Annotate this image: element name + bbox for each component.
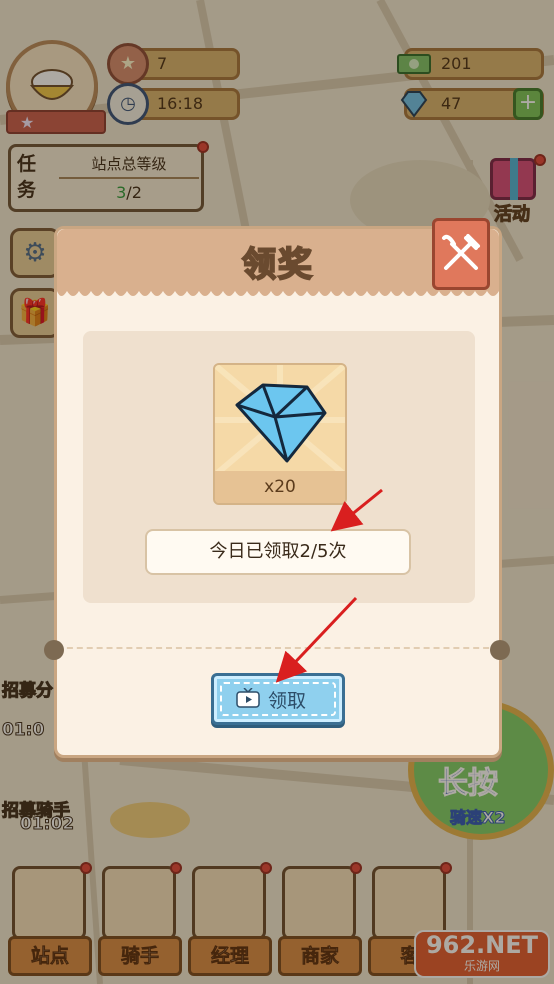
close-button[interactable] <box>432 218 494 296</box>
reward-panel: x20 今日已领取2/5次 <box>83 331 475 603</box>
daily-claims-label: 今日已领取2/5次 <box>145 529 411 575</box>
dialog-notch-right <box>490 640 510 660</box>
fork-knife-icon <box>442 234 480 270</box>
reward-dialog: 领奖 x20 今日已领取2/5次 领取 <box>54 226 502 758</box>
dialog-divider <box>57 647 499 649</box>
claim-button-label: 领取 <box>268 690 307 712</box>
dialog-notch-left <box>44 640 64 660</box>
reward-count: x20 <box>215 471 345 503</box>
reward-card: x20 <box>213 363 347 505</box>
diamond-icon <box>215 365 345 478</box>
claim-button[interactable]: 领取 <box>211 673 345 725</box>
video-ad-icon <box>236 688 260 708</box>
